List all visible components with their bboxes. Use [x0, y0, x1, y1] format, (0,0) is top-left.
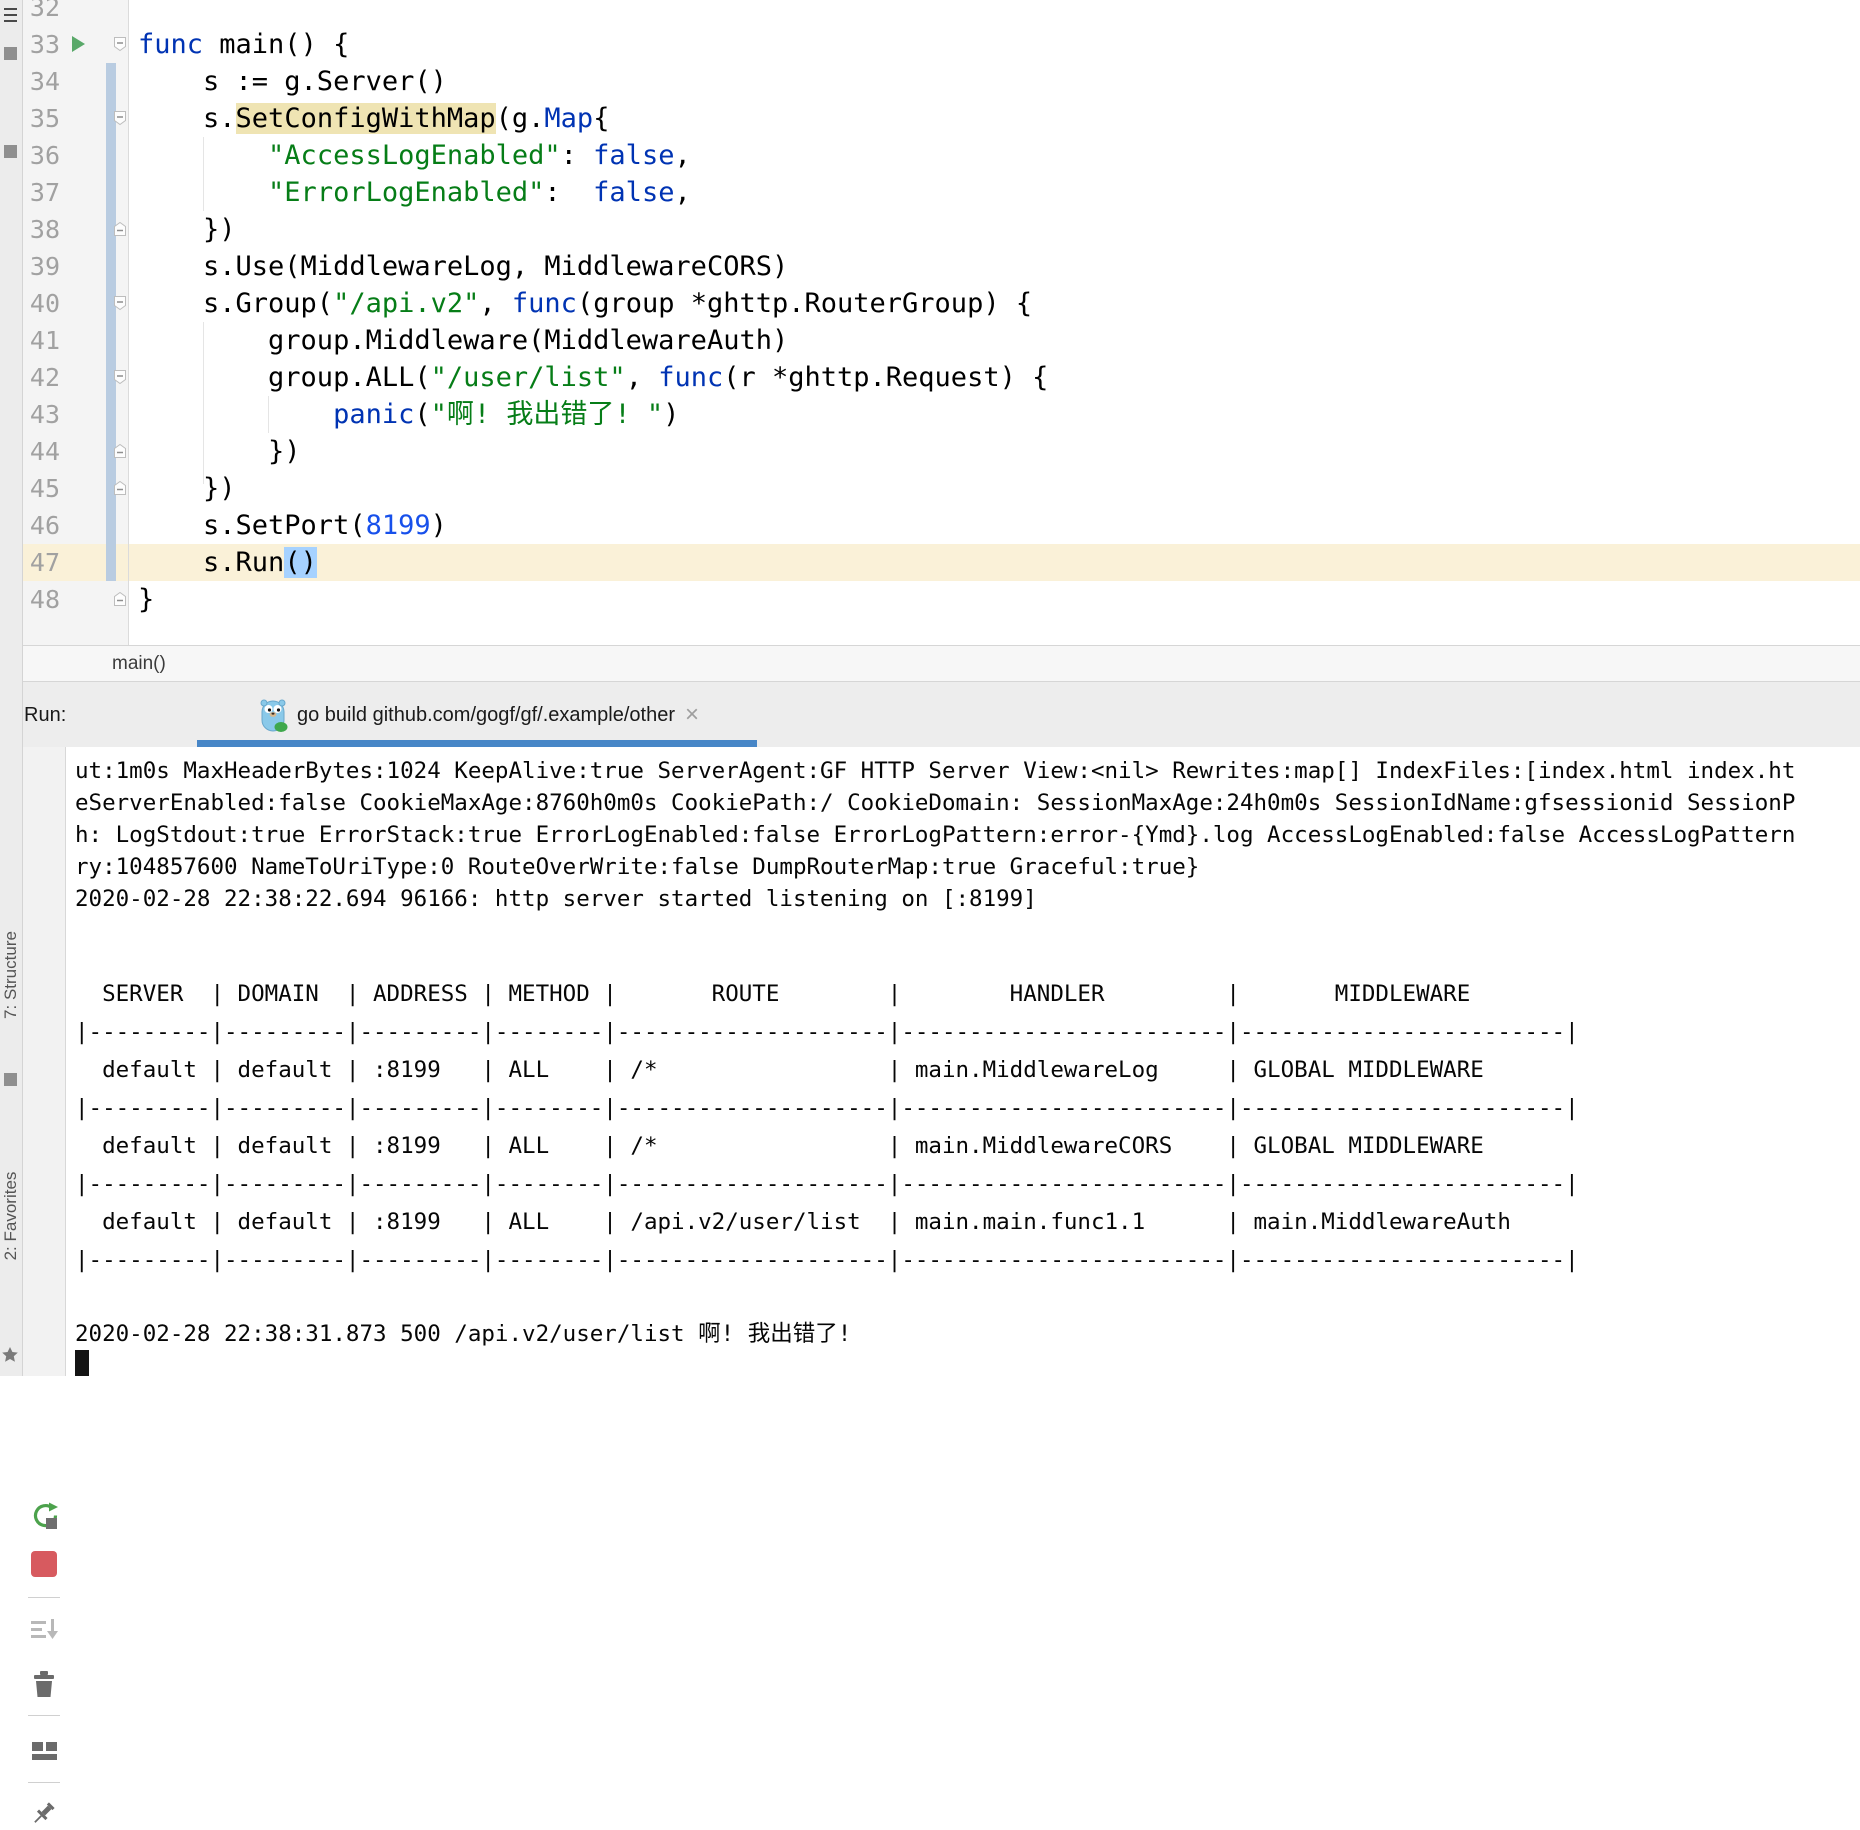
editor-line[interactable]: 35 s.SetConfigWithMap(g.Map{	[22, 100, 1860, 137]
breadcrumb-bar: main()	[0, 645, 1860, 681]
structure-tool-icon[interactable]	[4, 20, 17, 22]
line-number: 40	[22, 285, 60, 322]
code-text: func main() {	[138, 26, 349, 63]
sidebar-item-structure[interactable]: 7: Structure	[1, 900, 21, 1050]
toolbar-separator	[28, 1715, 60, 1716]
editor-line[interactable]: 33 func main() {	[22, 26, 1860, 63]
gutter-border	[128, 0, 129, 645]
restore-layout-icon[interactable]	[29, 1735, 59, 1765]
fold-marker-icon[interactable]	[112, 369, 128, 385]
go-gopher-icon	[257, 697, 289, 733]
tool-window-icon[interactable]	[4, 47, 17, 60]
close-icon[interactable]: ×	[685, 703, 699, 727]
line-number: 39	[22, 248, 60, 285]
favorites-star-icon[interactable]	[1, 1346, 19, 1364]
line-number: 34	[22, 63, 60, 100]
code-text: group.Middleware(MiddlewareAuth)	[138, 322, 788, 359]
code-text: s.SetPort(8199)	[138, 507, 447, 544]
console-tail-output: 2020-02-28 22:38:31.873 500 /api.v2/user…	[75, 1318, 851, 1350]
structure-tool-icon[interactable]	[4, 8, 17, 10]
fold-marker-icon[interactable]	[112, 221, 128, 237]
line-number: 37	[22, 174, 60, 211]
editor-line[interactable]: 42 group.ALL("/user/list", func(r *ghttp…	[22, 359, 1860, 396]
line-number: 35	[22, 100, 60, 137]
editor-line[interactable]: 39 s.Use(MiddlewareLog, MiddlewareCORS)	[22, 248, 1860, 285]
console-log-output: ut:1m0s MaxHeaderBytes:1024 KeepAlive:tr…	[75, 755, 1795, 915]
code-editor[interactable]: 3233func main() {34 s := g.Server()35 s.…	[22, 0, 1860, 645]
line-number: 45	[22, 470, 60, 507]
fold-marker-icon[interactable]	[112, 295, 128, 311]
line-number: 43	[22, 396, 60, 433]
editor-lines: 3233func main() {34 s := g.Server()35 s.…	[22, 0, 1860, 618]
line-number: 36	[22, 137, 60, 174]
editor-line[interactable]: 36 "AccessLogEnabled": false,	[22, 137, 1860, 174]
line-number: 44	[22, 433, 60, 470]
line-number: 33	[22, 26, 60, 63]
editor-line[interactable]: 40 s.Group("/api.v2", func(group *ghttp.…	[22, 285, 1860, 322]
code-text: group.ALL("/user/list", func(r *ghttp.Re…	[138, 359, 1048, 396]
route-table-output: SERVER | DOMAIN | ADDRESS | METHOD | ROU…	[75, 975, 1579, 1279]
fold-marker-icon[interactable]	[112, 110, 128, 126]
run-tab-title[interactable]: go build github.com/gogf/gf/.example/oth…	[297, 704, 675, 727]
code-text: s.Use(MiddlewareLog, MiddlewareCORS)	[138, 248, 788, 285]
code-text: "ErrorLogEnabled": false,	[138, 174, 691, 211]
editor-line[interactable]: 38 })	[22, 211, 1860, 248]
code-text: s.SetConfigWithMap(g.Map{	[138, 100, 609, 137]
editor-line[interactable]: 43 panic("啊! 我出错了! ")	[22, 396, 1860, 433]
line-number: 47	[22, 544, 60, 581]
tool-window-bar: 7: Structure 2: Favorites	[0, 0, 23, 1376]
console-toolbar	[22, 747, 66, 1376]
code-text: })	[138, 211, 236, 248]
editor-line[interactable]: 37 "ErrorLogEnabled": false,	[22, 174, 1860, 211]
run-console[interactable]: ut:1m0s MaxHeaderBytes:1024 KeepAlive:tr…	[67, 747, 1860, 1376]
indent-guide	[203, 322, 204, 484]
scroll-down-icon[interactable]	[29, 1615, 59, 1645]
line-number: 38	[22, 211, 60, 248]
run-label: Run:	[24, 682, 66, 748]
fold-marker-icon[interactable]	[112, 480, 128, 496]
clear-trash-icon[interactable]	[29, 1669, 59, 1699]
editor-line[interactable]: 44 })	[22, 433, 1860, 470]
rerun-icon[interactable]	[29, 1501, 59, 1531]
indent-guide	[268, 396, 269, 433]
code-text: })	[138, 470, 236, 507]
code-text: }	[138, 581, 154, 618]
tool-window-icon[interactable]	[4, 145, 17, 158]
code-text: s := g.Server()	[138, 63, 447, 100]
fold-marker-icon[interactable]	[112, 443, 128, 459]
line-number: 32	[22, 0, 60, 26]
editor-line[interactable]: 45 })	[22, 470, 1860, 507]
favorites-tool-icon[interactable]	[4, 1073, 17, 1086]
toolbar-separator	[28, 1597, 60, 1598]
run-arrow-icon[interactable]	[72, 36, 85, 52]
toolbar-separator	[28, 1782, 60, 1783]
fold-marker-icon[interactable]	[112, 36, 128, 52]
code-text: s.Group("/api.v2", func(group *ghttp.Rou…	[138, 285, 1032, 322]
code-text: "AccessLogEnabled": false,	[138, 137, 691, 174]
line-number: 41	[22, 322, 60, 359]
editor-line[interactable]: 32	[22, 0, 1860, 26]
code-text: })	[138, 433, 301, 470]
sidebar-item-favorites[interactable]: 2: Favorites	[1, 1141, 21, 1291]
editor-line[interactable]: 34 s := g.Server()	[22, 63, 1860, 100]
vcs-change-bar[interactable]	[106, 63, 116, 581]
stop-icon[interactable]	[31, 1551, 57, 1577]
code-text: s.Run()	[138, 544, 317, 581]
editor-line[interactable]: 46 s.SetPort(8199)	[22, 507, 1860, 544]
code-text: panic("啊! 我出错了! ")	[138, 396, 679, 433]
pin-icon[interactable]	[29, 1800, 59, 1830]
console-cursor	[75, 1350, 89, 1376]
run-tab[interactable]: go build github.com/gogf/gf/.example/oth…	[197, 682, 757, 748]
line-number: 46	[22, 507, 60, 544]
editor-line[interactable]: 47 s.Run()	[22, 544, 1860, 581]
fold-marker-icon[interactable]	[112, 591, 128, 607]
indent-guide	[203, 137, 204, 211]
structure-tool-icon[interactable]	[4, 14, 17, 16]
editor-line[interactable]: 48}	[22, 581, 1860, 618]
line-number: 48	[22, 581, 60, 618]
line-number: 42	[22, 359, 60, 396]
editor-line[interactable]: 41 group.Middleware(MiddlewareAuth)	[22, 322, 1860, 359]
breadcrumb[interactable]: main()	[112, 646, 166, 682]
run-tool-window-header: Run: go build github.com/gogf/gf/.exampl…	[0, 681, 1860, 747]
